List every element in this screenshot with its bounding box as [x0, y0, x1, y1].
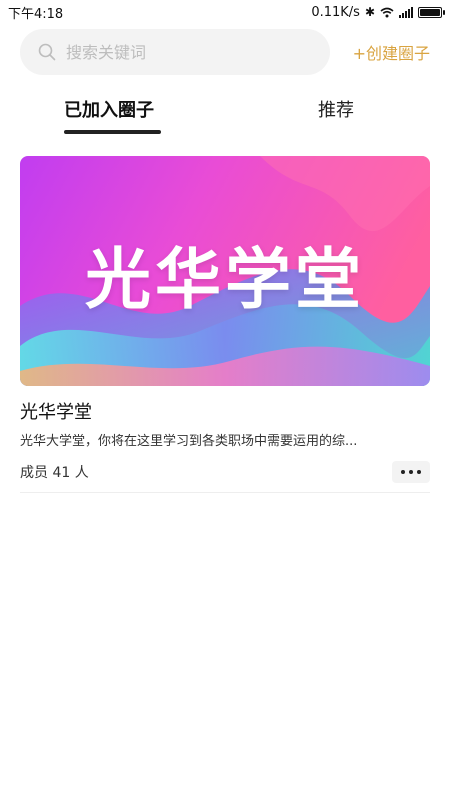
tab-recommend[interactable]: 推荐 [318, 96, 354, 122]
search-input[interactable] [66, 42, 286, 62]
status-bar: 下午4:18 0.11K/s ✱ [0, 0, 450, 24]
network-speed: 0.11K/s [311, 4, 360, 20]
signal-icon [399, 6, 413, 18]
divider [20, 492, 430, 493]
create-circle-button[interactable]: +创建圈子 [353, 40, 430, 64]
search-icon [38, 43, 56, 61]
circle-card[interactable]: 光华学堂 光华学堂 光华大学堂，你将在这里学习到各类职场中需要运用的综... 成… [20, 156, 430, 483]
bluetooth-icon: ✱ [364, 5, 375, 19]
circle-banner[interactable]: 光华学堂 [20, 156, 430, 386]
battery-icon [418, 6, 445, 18]
circle-meta: 成员 41 人 [20, 461, 430, 483]
active-tab-indicator [64, 130, 161, 134]
circle-title: 光华学堂 [20, 402, 92, 423]
search-row: +创建圈子 [20, 29, 430, 75]
banner-title: 光华学堂 [85, 241, 365, 318]
circle-description: 光华大学堂，你将在这里学习到各类职场中需要运用的综... [20, 434, 358, 449]
status-indicators: 0.11K/s ✱ [311, 4, 445, 20]
more-icon[interactable] [392, 461, 430, 483]
wifi-icon [380, 7, 394, 17]
status-time: 下午4:18 [8, 6, 64, 22]
search-box[interactable] [20, 29, 330, 75]
tab-joined-circles[interactable]: 已加入圈子 [64, 96, 154, 122]
member-count: 成员 41 人 [20, 465, 89, 481]
tab-bar: 已加入圈子 推荐 [0, 92, 450, 138]
